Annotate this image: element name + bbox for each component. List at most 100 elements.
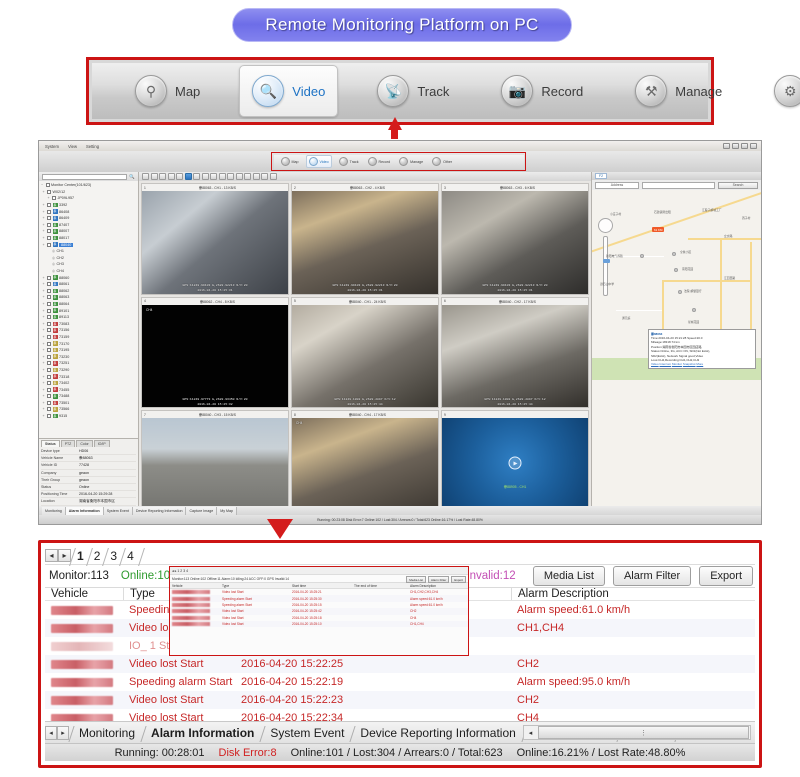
expander-icon[interactable]: +	[43, 315, 46, 319]
video-feed[interactable]: GPS:11249.99103 E,2628.92213 N/V:20 2016-…	[442, 191, 588, 294]
page-tab-4[interactable]: 4	[123, 549, 140, 563]
media-list-button[interactable]: Media List	[532, 566, 605, 586]
tree-device-node[interactable]: + JP09L957	[41, 195, 138, 202]
maximize-icon[interactable]	[732, 142, 739, 149]
app-bottom-tab-monitoring[interactable]: Monitoring	[42, 506, 66, 515]
tree-device-node[interactable]: + 豢 88060	[41, 274, 138, 281]
layout-16-icon[interactable]	[193, 173, 200, 180]
embedded-page-4[interactable]: 4	[186, 569, 188, 573]
tab-scroll-left-icon[interactable]: ◂	[45, 725, 57, 740]
tree-search-row[interactable]: 🔍	[39, 172, 138, 181]
expander-icon[interactable]: +	[43, 289, 46, 293]
video-grid[interactable]: 1 豢88063 - CH1 - 13 KB/S GPS:11249.99103 E…	[139, 181, 591, 524]
video-cell[interactable]: 1 豢88063 - CH1 - 13 KB/S GPS:11249.99103 E…	[141, 183, 289, 295]
tree-channel-node[interactable]: ◎ CH1	[41, 248, 138, 255]
tree-device-node[interactable]: + 豢 73488	[41, 393, 138, 400]
record-icon[interactable]	[269, 173, 277, 180]
expander-icon[interactable]: +	[43, 229, 46, 233]
tab-monitoring[interactable]: Monitoring	[71, 726, 143, 740]
embedded-export-button[interactable]: Export	[451, 576, 466, 583]
table-row[interactable]: Speeding alarm Start 2016-04-20 15:22:19 A…	[45, 673, 755, 691]
map-search-row[interactable]: Address Search	[592, 180, 761, 190]
tree-device-node[interactable]: + 豢 88040	[41, 241, 138, 248]
panel-action-buttons[interactable]: Media List Alarm Filter Export	[532, 566, 753, 586]
close-all-icon[interactable]	[218, 173, 226, 180]
checkbox-icon[interactable]	[47, 222, 51, 227]
checkbox-icon[interactable]	[47, 216, 51, 221]
checkbox-icon[interactable]	[47, 209, 51, 214]
restore-icon[interactable]	[741, 142, 748, 149]
map-marker[interactable]	[674, 268, 678, 272]
video-cell[interactable]: 2 豢88063 - CH2 - 4 KB/S GPS:11249.99103 E,…	[291, 183, 439, 295]
expander-icon[interactable]: +	[43, 295, 46, 299]
checkbox-icon[interactable]	[47, 400, 51, 405]
expander-icon[interactable]: +	[43, 322, 46, 326]
app-bottom-tab-device-reporting-information[interactable]: Device Reporting Information	[132, 506, 187, 515]
tree-device-node[interactable]: + W02/12	[41, 189, 138, 196]
expander-icon[interactable]: +	[43, 282, 46, 286]
tree-device-node[interactable]: + 豢 3392	[41, 202, 138, 209]
chevron-right-icon[interactable]: ▸	[58, 549, 71, 562]
tab-record[interactable]: 📷 Record	[488, 65, 596, 117]
expander-icon[interactable]: +	[43, 361, 46, 365]
tab-system-event[interactable]: System Event	[262, 726, 352, 740]
checkbox-icon[interactable]	[47, 288, 51, 293]
tree-device-node[interactable]: + 豢 88063	[41, 294, 138, 301]
audio-icon[interactable]	[244, 173, 251, 180]
layout-9-icon[interactable]	[184, 173, 192, 180]
table-row[interactable]: Video lost Start 2016-04-20 15:22:23 CH2	[45, 691, 755, 709]
search-input[interactable]	[42, 173, 128, 180]
layout-1-icon[interactable]	[142, 173, 149, 180]
expander-icon[interactable]: +	[43, 328, 46, 332]
tab-map[interactable]: ⚲ Map	[122, 65, 213, 117]
checkbox-icon[interactable]	[47, 414, 51, 419]
checkbox-icon[interactable]	[47, 381, 51, 386]
tree-device-node[interactable]: + 豢 73170	[41, 340, 138, 347]
tree-channel-node[interactable]: ◎ CH2	[41, 255, 138, 262]
bubble-link-intercom[interactable]: Intercom	[659, 362, 671, 366]
map-marker[interactable]	[640, 254, 644, 258]
rotate-icon[interactable]	[210, 173, 217, 180]
tree-device-node[interactable]: + 豢 88017	[41, 235, 138, 242]
tree-device-node[interactable]: + 豢 73501	[41, 400, 138, 407]
video-feed[interactable]: CH4 GPS:11249.97773 E,2628.93450 N/V:20 20…	[142, 304, 288, 408]
embedded-buttons[interactable]: Media List Alarm Filter Export	[406, 576, 466, 583]
map-tab-f2[interactable]: F2	[595, 173, 607, 179]
expander-icon[interactable]: +	[43, 342, 46, 346]
tree-root[interactable]: − Monitor Center(101/623)	[41, 182, 138, 189]
expander-icon[interactable]: +	[43, 388, 46, 392]
app-bottom-tab-capture-image[interactable]: Capture Image	[186, 506, 218, 515]
map-search-button[interactable]: Search	[718, 181, 758, 189]
embedded-table-row[interactable]: Video lost Start 2016-04-20 15:25:10 CH1,C…	[170, 620, 468, 628]
expander-icon[interactable]: +	[43, 223, 46, 227]
stop-icon[interactable]	[261, 173, 268, 180]
tab-other[interactable]: ⚙ Other	[761, 65, 800, 117]
zoom-slider-handle[interactable]	[603, 259, 610, 263]
expander-icon[interactable]: +	[43, 407, 46, 411]
tree-device-node[interactable]: + 豢 73455	[41, 386, 138, 393]
tree-device-node[interactable]: + 豢 73230	[41, 353, 138, 360]
tree-device-node[interactable]: + 豢 73195	[41, 347, 138, 354]
app-bottom-tabs[interactable]: Monitoring Alarm Information System Event D…	[39, 506, 761, 515]
video-feed[interactable]: GPS:11249.99103 E,2628.92213 N/V:20 2016-…	[142, 191, 288, 294]
app-bottom-tab-my-map[interactable]: My Map	[217, 506, 238, 515]
expander-icon[interactable]: +	[43, 368, 46, 372]
checkbox-icon[interactable]	[47, 229, 51, 234]
tree-channel-node[interactable]: ◎ CH3	[41, 261, 138, 268]
info-tab-color[interactable]: Color	[76, 440, 93, 447]
zoom-slider-icon[interactable]	[603, 236, 610, 296]
device-info-tabs[interactable]: Status PTZ Color IO/IP	[39, 439, 138, 447]
map-marker[interactable]	[692, 308, 696, 312]
snapshot-icon[interactable]	[235, 173, 243, 180]
bubble-links[interactable]: Video Intercom Monitor Snapshot More	[651, 362, 753, 366]
checkbox-icon[interactable]	[47, 394, 51, 399]
tree-device-node[interactable]: + 豢 73566	[41, 406, 138, 413]
app-tab-record[interactable]: Record	[366, 156, 393, 167]
expander-icon[interactable]: +	[43, 394, 46, 398]
tab-alarm-information[interactable]: Alarm Information	[143, 726, 262, 740]
app-tab-video[interactable]: Video	[305, 155, 332, 168]
checkbox-icon[interactable]	[47, 275, 51, 280]
tree-device-node[interactable]: + 豢 89101	[41, 307, 138, 314]
pan-control-icon[interactable]	[598, 218, 613, 233]
tree-device-node[interactable]: + 豢 73156	[41, 327, 138, 334]
